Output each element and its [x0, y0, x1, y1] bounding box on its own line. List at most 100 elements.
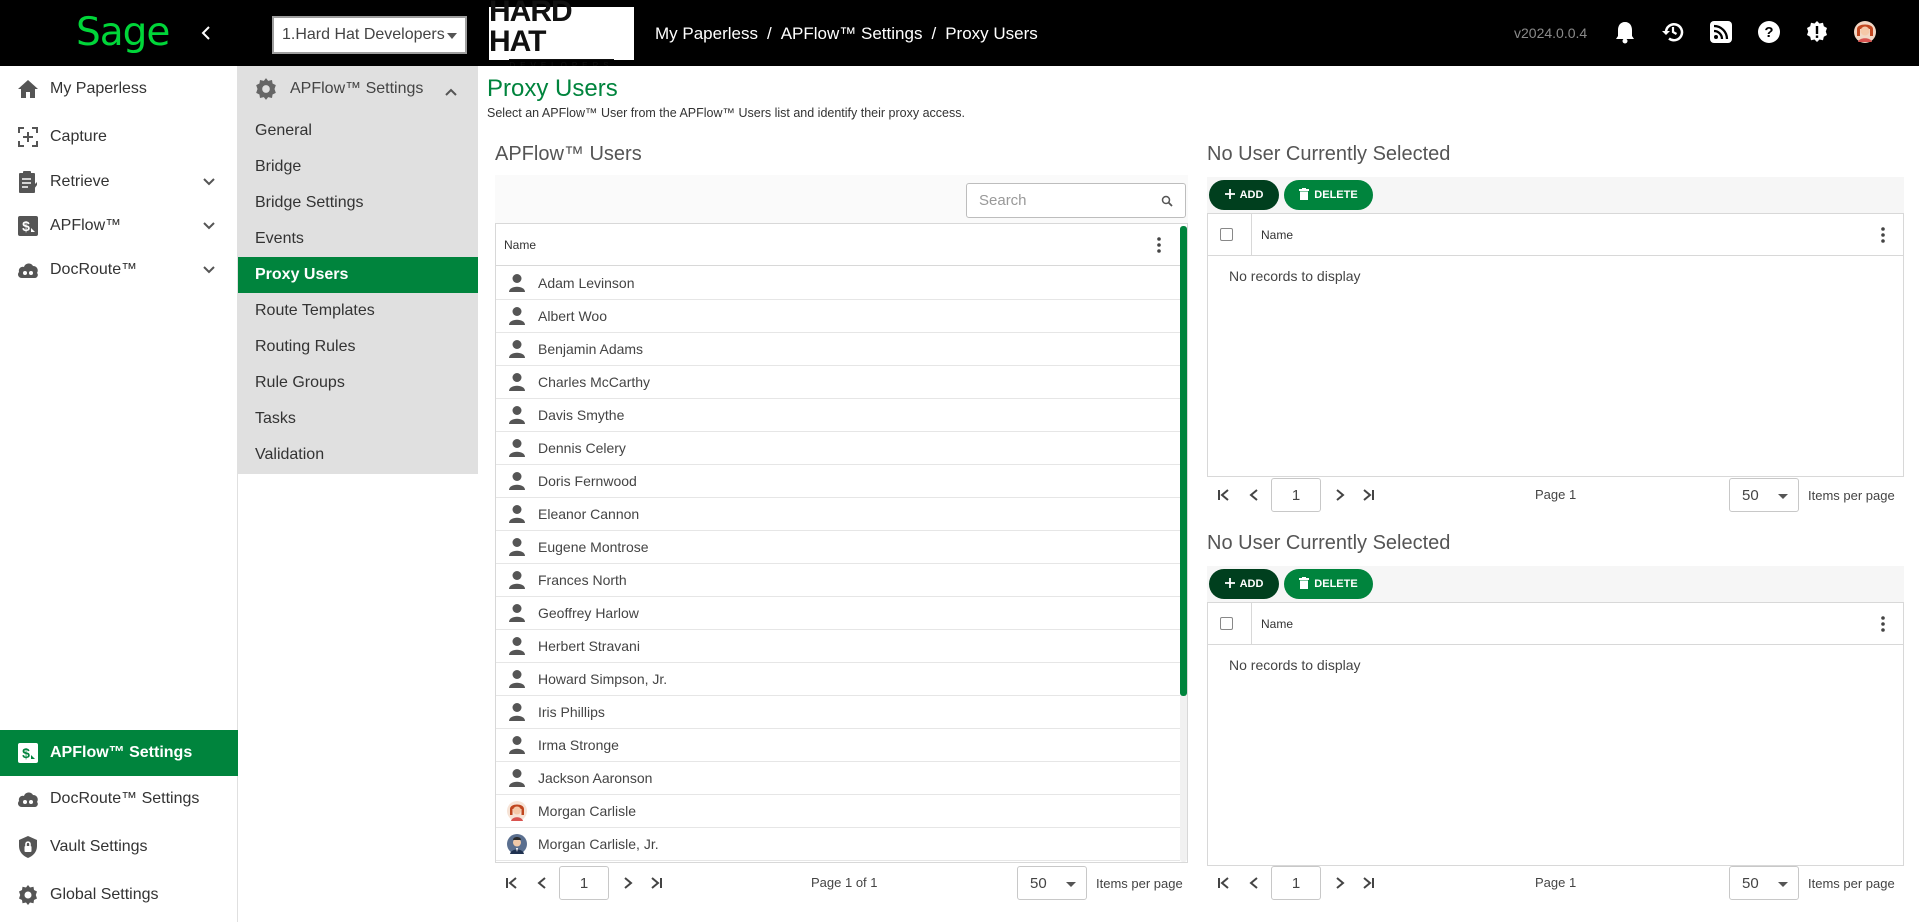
chevron-up-icon[interactable]	[444, 84, 458, 102]
delete-proxy-button[interactable]: DELETE	[1284, 180, 1373, 210]
submenu-item-events[interactable]: Events	[238, 221, 478, 257]
empty-message: No records to display	[1229, 268, 1361, 284]
chevron-down-icon	[1778, 494, 1788, 499]
rss-icon[interactable]	[1708, 19, 1734, 45]
user-avatar-icon[interactable]	[1852, 19, 1878, 45]
sidebar-item-docroute-settings[interactable]: DocRoute™ Settings	[0, 777, 238, 821]
prev-page-icon[interactable]	[533, 874, 551, 892]
proxy-table: Name No records to display	[1207, 213, 1904, 477]
prev-page-icon[interactable]	[1245, 874, 1263, 892]
user-row[interactable]: Davis Smythe	[496, 399, 1180, 432]
submenu-item-rule-groups[interactable]: Rule Groups	[238, 365, 478, 401]
help-icon[interactable]: ?	[1756, 19, 1782, 45]
gear-icon	[16, 883, 40, 907]
scrollbar-thumb[interactable]	[1180, 226, 1187, 696]
sidebar-item-capture[interactable]: Capture	[0, 115, 238, 159]
user-row[interactable]: Eleanor Cannon	[496, 498, 1180, 531]
user-row[interactable]: Geoffrey Harlow	[496, 597, 1180, 630]
breadcrumb-my-paperless[interactable]: My Paperless	[655, 24, 758, 44]
page-number-input[interactable]: 1	[559, 866, 609, 900]
submenu-item-validation[interactable]: Validation	[238, 437, 478, 473]
submenu-item-bridge[interactable]: Bridge	[238, 149, 478, 185]
page-number-input[interactable]: 1	[1271, 866, 1321, 900]
submenu-item-route-templates[interactable]: Route Templates	[238, 293, 478, 329]
sidebar-item-my-paperless[interactable]: My Paperless	[0, 67, 238, 111]
last-page-icon[interactable]	[647, 874, 665, 892]
user-row[interactable]: Jackson Aaronson	[496, 762, 1180, 795]
submenu-item-tasks[interactable]: Tasks	[238, 401, 478, 437]
user-row[interactable]: Howard Simpson, Jr.	[496, 663, 1180, 696]
settings-alert-icon[interactable]	[1804, 19, 1830, 45]
column-menu-icon[interactable]	[1881, 616, 1885, 632]
users-scrollbar[interactable]	[1180, 226, 1187, 862]
chevron-down-icon[interactable]	[202, 262, 216, 280]
user-row[interactable]: Albert Woo	[496, 300, 1180, 333]
collapse-sidebar-icon[interactable]	[196, 20, 216, 46]
column-menu-icon[interactable]	[1157, 237, 1161, 253]
page-size-value: 50	[1742, 874, 1759, 892]
user-row[interactable]: Herbert Stravani	[496, 630, 1180, 663]
sidebar-item-retrieve[interactable]: Retrieve	[0, 160, 238, 204]
sidebar-item-label: Capture	[50, 128, 107, 145]
sidebar-item-global-settings[interactable]: Global Settings	[0, 873, 238, 917]
column-menu-icon[interactable]	[1881, 227, 1885, 243]
submenu-item-routing-rules[interactable]: Routing Rules	[238, 329, 478, 365]
last-page-icon[interactable]	[1359, 874, 1377, 892]
delete-label: DELETE	[1314, 578, 1358, 590]
user-row[interactable]: Frances North	[496, 564, 1180, 597]
last-page-icon[interactable]	[1359, 486, 1377, 504]
user-row[interactable]: Doris Fernwood	[496, 465, 1180, 498]
sidebar-item-label: My Paperless	[50, 80, 147, 97]
add-proxy-button[interactable]: ADD	[1209, 569, 1279, 599]
column-header-name[interactable]: Name	[1261, 228, 1293, 242]
column-header-name[interactable]: Name	[1261, 617, 1293, 631]
user-name: Geoffrey Harlow	[538, 605, 639, 621]
select-all-checkbox[interactable]	[1220, 228, 1233, 241]
next-page-icon[interactable]	[619, 874, 637, 892]
clipboard-icon	[16, 170, 40, 194]
search-input[interactable]: Search	[966, 183, 1186, 218]
user-row[interactable]: Morgan Carlisle	[496, 795, 1180, 828]
sidebar-item-docroute[interactable]: DocRoute™	[0, 248, 238, 292]
user-row[interactable]: Iris Phillips	[496, 696, 1180, 729]
submenu-header[interactable]: APFlow™ Settings	[238, 66, 478, 112]
user-name: Iris Phillips	[538, 704, 605, 720]
chevron-down-icon[interactable]	[202, 218, 216, 236]
user-row[interactable]: Benjamin Adams	[496, 333, 1180, 366]
user-row[interactable]: Irma Stronge	[496, 729, 1180, 762]
home-icon	[16, 77, 40, 101]
page-size-select[interactable]: 50	[1017, 866, 1087, 900]
select-all-checkbox[interactable]	[1220, 617, 1233, 630]
column-header-name[interactable]: Name	[504, 238, 536, 252]
submenu-item-general[interactable]: General	[238, 113, 478, 149]
page-number-input[interactable]: 1	[1271, 478, 1321, 512]
first-page-icon[interactable]	[1215, 486, 1233, 504]
sage-logo[interactable]: Sage	[76, 10, 170, 55]
user-row[interactable]: Eugene Montrose	[496, 531, 1180, 564]
sidebar-item-apflow-settings[interactable]: $ APFlow™ Settings	[0, 730, 238, 776]
next-page-icon[interactable]	[1331, 486, 1349, 504]
first-page-icon[interactable]	[1215, 874, 1233, 892]
delete-proxy-button[interactable]: DELETE	[1284, 569, 1373, 599]
breadcrumb-apflow-settings[interactable]: APFlow™ Settings	[781, 24, 923, 44]
submenu-item-proxy-users[interactable]: Proxy Users	[238, 257, 478, 293]
user-row[interactable]: Morgan Carlisle, Jr.	[496, 828, 1180, 861]
next-page-icon[interactable]	[1331, 874, 1349, 892]
prev-page-icon[interactable]	[1245, 486, 1263, 504]
sidebar-item-apflow[interactable]: $ APFlow™	[0, 204, 238, 248]
company-select[interactable]: 1.Hard Hat Developers	[272, 16, 467, 54]
history-icon[interactable]	[1660, 19, 1686, 45]
user-row[interactable]: Charles McCarthy	[496, 366, 1180, 399]
company-logo: HARD HAT DEVELOPERS	[487, 0, 636, 70]
user-row[interactable]: Dennis Celery	[496, 432, 1180, 465]
chevron-down-icon[interactable]	[202, 174, 216, 192]
sidebar-item-vault-settings[interactable]: Vault Settings	[0, 825, 238, 869]
add-proxy-button[interactable]: ADD	[1209, 180, 1279, 210]
submenu-item-bridge-settings[interactable]: Bridge Settings	[238, 185, 478, 221]
page-description: Select an APFlow™ User from the APFlow™ …	[487, 106, 965, 120]
bell-icon[interactable]	[1612, 19, 1638, 45]
user-row[interactable]: Adam Levinson	[496, 267, 1180, 300]
page-size-select[interactable]: 50	[1729, 478, 1799, 512]
page-size-select[interactable]: 50	[1729, 866, 1799, 900]
first-page-icon[interactable]	[503, 874, 521, 892]
